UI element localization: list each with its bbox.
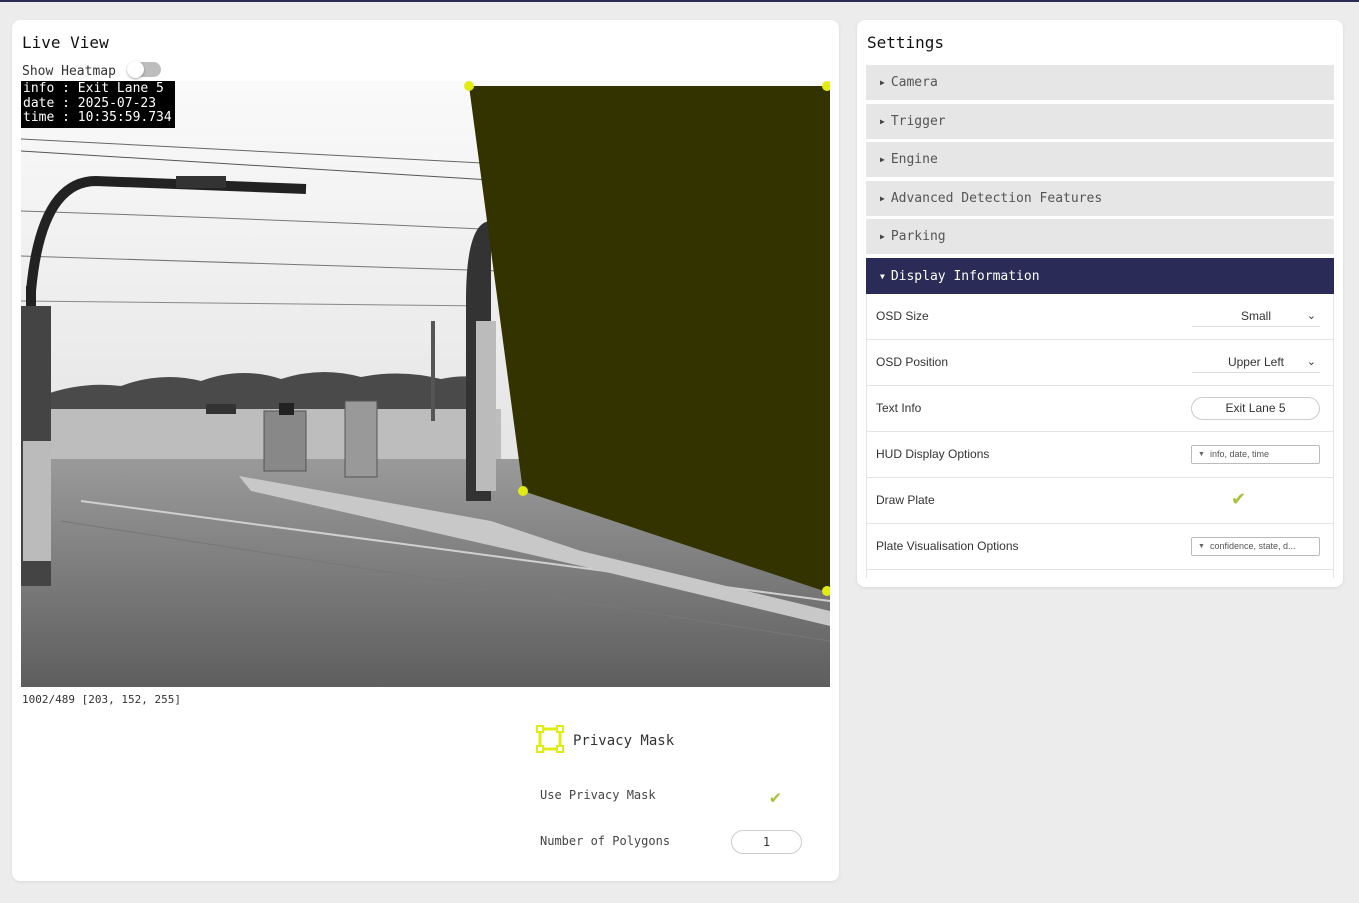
osd-size-value: Small bbox=[1240, 309, 1271, 323]
osd-size-select[interactable]: Small ⌄ bbox=[1192, 305, 1320, 327]
osd-line-time: time : 10:35:59.734 bbox=[23, 110, 172, 125]
caret-down-icon: ▼ bbox=[1198, 451, 1205, 458]
hud-options-label: HUD Display Options bbox=[876, 447, 990, 461]
caret-down-icon: ▼ bbox=[1198, 543, 1205, 550]
chevron-down-icon: ⌄ bbox=[1306, 356, 1316, 368]
section-label: Advanced Detection Features bbox=[890, 191, 1103, 206]
heatmap-toggle-row: Show Heatmap bbox=[22, 61, 161, 79]
caret-right-icon: ▶ bbox=[880, 194, 885, 203]
osd-overlay: info : Exit Lane 5 date : 2025-07-23 time … bbox=[21, 81, 175, 128]
plate-vis-label: Plate Visualisation Options bbox=[876, 539, 1019, 553]
plate-vis-value: confidence, state, d... bbox=[1210, 541, 1296, 551]
text-info-input[interactable]: Exit Lane 5 bbox=[1191, 397, 1320, 420]
section-engine[interactable]: ▶ Engine bbox=[866, 142, 1334, 177]
section-label: Parking bbox=[890, 229, 946, 244]
osd-position-value: Upper Left bbox=[1227, 355, 1285, 369]
use-privacy-mask-label: Use Privacy Mask bbox=[540, 788, 656, 802]
camera-feed[interactable]: info : Exit Lane 5 date : 2025-07-23 time … bbox=[21, 81, 830, 687]
osd-line-info: info : Exit Lane 5 bbox=[23, 81, 164, 96]
heatmap-label: Show Heatmap bbox=[22, 64, 116, 79]
osd-position-label: OSD Position bbox=[876, 355, 949, 369]
section-label: Camera bbox=[890, 75, 938, 90]
use-privacy-mask-checkbox[interactable]: ✔ bbox=[770, 787, 781, 808]
settings-title: Settings bbox=[867, 33, 945, 52]
settings-panel: Settings ▶ Camera ▶ Trigger ▶ Engine ▶ Advan… bbox=[857, 20, 1343, 587]
section-advanced-detection[interactable]: ▶ Advanced Detection Features bbox=[866, 181, 1334, 216]
polygon-select-icon bbox=[536, 725, 564, 753]
privacy-mask-title: Privacy Mask bbox=[573, 733, 675, 749]
caret-down-icon: ▼ bbox=[880, 271, 885, 281]
osd-position-row: OSD Position Upper Left ⌄ bbox=[867, 340, 1333, 386]
display-information-body: OSD Size Small ⌄ OSD Position Upper Left ⌄… bbox=[866, 294, 1334, 578]
draw-plate-label: Draw Plate bbox=[876, 493, 935, 507]
text-info-label: Text Info bbox=[876, 401, 922, 415]
osd-line-date: date : 2025-07-23 bbox=[23, 95, 157, 111]
draw-plate-row: Draw Plate ✔ bbox=[867, 478, 1333, 524]
section-label: Display Information bbox=[890, 268, 1040, 284]
live-view-title: Live View bbox=[22, 33, 109, 52]
section-parking[interactable]: ▶ Parking bbox=[866, 219, 1334, 254]
pixel-readout: 1002/489 [203, 152, 255] bbox=[22, 693, 181, 706]
caret-right-icon: ▶ bbox=[880, 155, 885, 164]
section-label: Engine bbox=[890, 152, 938, 167]
plate-vis-row: Plate Visualisation Options ▼ confidence,… bbox=[867, 524, 1333, 570]
section-camera[interactable]: ▶ Camera bbox=[866, 65, 1334, 100]
privacy-mask-header: Privacy Mask bbox=[535, 724, 674, 754]
section-trigger[interactable]: ▶ Trigger bbox=[866, 104, 1334, 139]
draw-plate-checkbox[interactable]: ✔ bbox=[1231, 489, 1246, 510]
plate-vis-multiselect[interactable]: ▼ confidence, state, d... bbox=[1191, 537, 1320, 556]
hud-options-multiselect[interactable]: ▼ info, date, time bbox=[1191, 445, 1320, 464]
hud-options-value: info, date, time bbox=[1210, 449, 1270, 459]
osd-size-label: OSD Size bbox=[876, 309, 929, 323]
osd-position-select[interactable]: Upper Left ⌄ bbox=[1192, 351, 1320, 373]
osd-size-row: OSD Size Small ⌄ bbox=[867, 294, 1333, 340]
caret-right-icon: ▶ bbox=[880, 78, 885, 87]
camera-image bbox=[21, 81, 830, 687]
caret-right-icon: ▶ bbox=[880, 232, 885, 241]
number-of-polygons-label: Number of Polygons bbox=[540, 834, 671, 848]
heatmap-toggle[interactable] bbox=[126, 61, 161, 78]
caret-right-icon: ▶ bbox=[880, 117, 885, 126]
live-view-panel: Live View Show Heatmap info: Exit Lane … bbox=[12, 20, 839, 881]
hud-options-row: HUD Display Options ▼ info, date, time bbox=[867, 432, 1333, 478]
chevron-down-icon: ⌄ bbox=[1306, 310, 1316, 322]
number-of-polygons-input[interactable]: 1 bbox=[731, 830, 802, 854]
text-info-row: Text Info Exit Lane 5 bbox=[867, 386, 1333, 432]
section-label: Trigger bbox=[890, 114, 946, 129]
section-display-information[interactable]: ▼ Display Information bbox=[866, 258, 1334, 294]
